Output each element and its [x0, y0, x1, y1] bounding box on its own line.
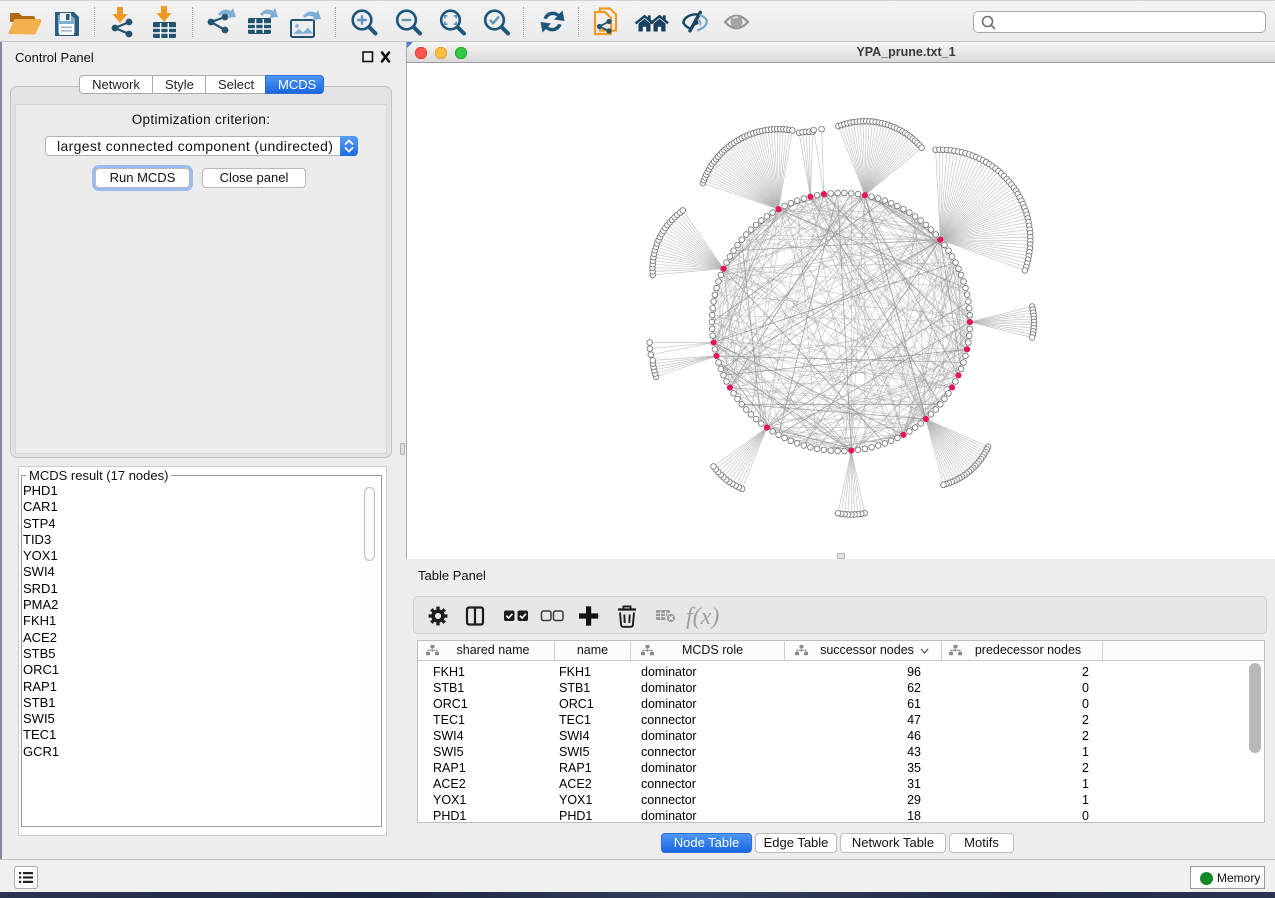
svg-text:f(x): f(x) [686, 604, 719, 630]
